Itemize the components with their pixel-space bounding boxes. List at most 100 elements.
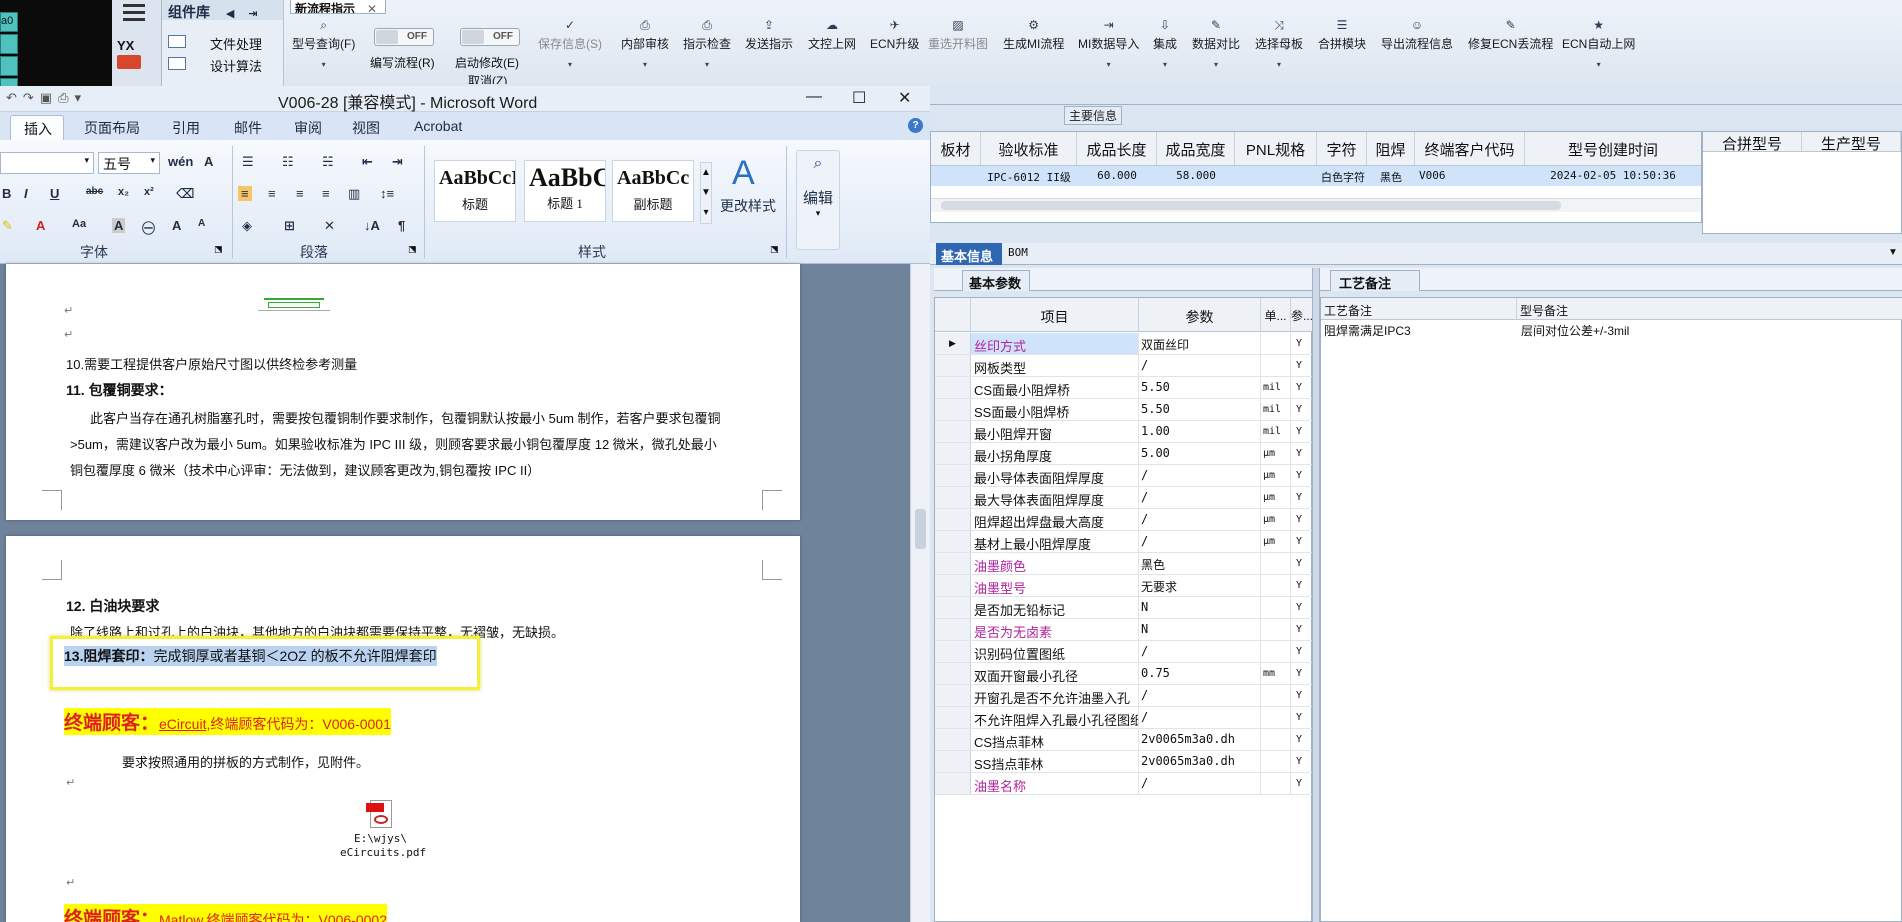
param-row[interactable]: 是否加无铅标记 N Y <box>935 597 1313 619</box>
align-center-icon[interactable]: ≡ <box>268 186 276 201</box>
tab-review[interactable]: 审阅 <box>294 118 322 138</box>
column-header[interactable]: 成品长度 <box>1077 132 1157 165</box>
start-modify-toggle[interactable]: OFF <box>460 28 520 46</box>
instruction-check-button[interactable]: ⎙ 指示检查 ▾ <box>683 18 731 69</box>
column-header-item[interactable]: 项目 <box>971 298 1139 332</box>
param-value[interactable]: 无要求 <box>1139 575 1261 596</box>
help-icon[interactable]: ? <box>908 118 923 133</box>
column-header-req[interactable]: 参... <box>1291 298 1313 332</box>
end-customer-line-2[interactable]: 终端顾客：Matlow,终端顾客代码为：V006-0002 <box>64 904 387 922</box>
model-notes-text[interactable]: 层间对位公差+/-3mil <box>1521 322 1891 339</box>
cancel-label[interactable]: 取消(Z) <box>468 72 507 84</box>
doc-paragraph[interactable]: 此客户当存在通孔树脂塞孔时，需要按包覆铜制作要求制作，包覆铜默认按最小 5um … <box>90 408 721 427</box>
table-row[interactable]: IPC-6012 II级 60.000 58.000 白色字符 黑色 V006 … <box>931 166 1701 186</box>
chevron-down-icon[interactable]: ▼ <box>1888 247 1898 258</box>
end-customer-line-1[interactable]: 终端顾客：eCircuit,终端顾客代码为：V006-0001 <box>64 708 391 735</box>
column-header[interactable]: 生产型号 <box>1802 132 1901 153</box>
internal-review-button[interactable]: ⎙ 内部审核 ▾ <box>621 18 669 69</box>
integrate-button[interactable]: ⇩ 集成 ▾ <box>1153 18 1177 69</box>
param-value[interactable]: 2v0065m3a0.dh <box>1139 729 1261 750</box>
tab-view[interactable]: 视图 <box>352 118 380 138</box>
close-icon[interactable]: ✕ <box>898 88 911 108</box>
distributed-icon[interactable]: ▥ <box>348 186 360 202</box>
column-header[interactable]: 合拼型号 <box>1703 132 1802 153</box>
param-value[interactable]: 0.75 <box>1139 663 1261 684</box>
save-info-button[interactable]: ✓ 保存信息(S) ▾ <box>538 18 602 69</box>
left-cell[interactable] <box>0 34 18 54</box>
change-case-icon[interactable]: Aa <box>72 218 86 230</box>
ecn-auto-online-button[interactable]: ★ ECN自动上网 ▾ <box>1562 18 1635 69</box>
doc-paragraph[interactable]: 要求按照通用的拼板的方式制作，见附件。 <box>122 752 369 771</box>
font-size-box[interactable]: 五号 ▾ <box>98 152 160 174</box>
mi-import-button[interactable]: ⇥ MI数据导入 ▾ <box>1078 18 1139 69</box>
underline-icon[interactable]: U <box>50 186 59 201</box>
param-row[interactable]: 不允许阻焊入孔最小孔径图纸 / Y <box>935 707 1313 729</box>
tab-craft-notes[interactable]: 工艺备注 <box>1330 270 1420 291</box>
style-title[interactable]: AaBbCcI 标题 <box>434 160 516 222</box>
param-value[interactable]: N <box>1139 597 1261 618</box>
repair-ecn-button[interactable]: ✎ 修复ECN丢流程 <box>1468 18 1553 52</box>
doc-paragraph[interactable]: 10.需要工程提供客户原始尺寸图以供终检参考测量 <box>66 354 357 373</box>
param-value[interactable]: / <box>1139 641 1261 662</box>
param-row[interactable]: 油墨名称 / Y <box>935 773 1313 795</box>
char-border-icon[interactable]: A <box>204 154 213 169</box>
param-row[interactable]: 最小导体表面阻焊厚度 / μm Y <box>935 465 1313 487</box>
param-row[interactable]: CS挡点菲林 2v0065m3a0.dh Y <box>935 729 1313 751</box>
subscript-icon[interactable]: x₂ <box>118 186 129 198</box>
model-query-button[interactable]: ⌕ 型号查询(F) ▾ <box>292 18 355 69</box>
font-name-box[interactable]: ▾ <box>0 152 94 174</box>
doc-heading[interactable]: 11. 包覆铜要求： <box>66 380 173 400</box>
tab-references[interactable]: 引用 <box>172 118 200 138</box>
column-header-unit[interactable]: 单... <box>1261 298 1291 332</box>
param-value[interactable]: 5.50 <box>1139 399 1261 420</box>
bold-icon[interactable]: B <box>2 186 11 201</box>
strikethrough-icon[interactable]: abc <box>86 186 103 197</box>
tab-basic-params[interactable]: 基本参数 <box>962 270 1030 291</box>
column-header-param[interactable]: 参数 <box>1139 298 1261 332</box>
phonetic-icon[interactable]: wén <box>168 154 193 169</box>
document-page-2[interactable]: 12. 白油块要求 除了线路上和过孔上的白油块，其他地方的白油块都需要保持平整，… <box>6 536 800 922</box>
param-value[interactable]: 双面丝印 <box>1139 333 1261 354</box>
param-value[interactable]: / <box>1139 355 1261 376</box>
craft-notes-text[interactable]: 阻焊需满足IPC3 <box>1324 322 1514 339</box>
param-value[interactable]: 黑色 <box>1139 553 1261 574</box>
minimize-icon[interactable]: — <box>806 88 822 106</box>
dock-arrow-icon[interactable]: ⇥ <box>248 8 257 20</box>
data-compare-button[interactable]: ✎ 数据对比 ▾ <box>1192 18 1240 69</box>
reselect-cutting-button[interactable]: ▨ 重选开料图 <box>928 18 988 52</box>
scroll-thumb[interactable] <box>915 509 926 549</box>
clear-format-icon[interactable]: ⌫ <box>176 186 194 202</box>
param-value[interactable]: / <box>1139 531 1261 552</box>
column-header[interactable]: 型号创建时间 <box>1525 132 1701 165</box>
align-left-icon[interactable]: ≡ <box>238 186 252 201</box>
dialog-launcher-icon[interactable]: ⬔ <box>408 244 417 255</box>
multilevel-list-icon[interactable]: ☵ <box>322 154 334 170</box>
align-right-icon[interactable]: ≡ <box>296 186 304 201</box>
vertical-scrollbar[interactable] <box>910 264 930 922</box>
highlight-icon[interactable]: ✎ <box>2 218 13 234</box>
ecn-upgrade-button[interactable]: ✈ ECN升级 <box>870 18 919 52</box>
param-value[interactable]: / <box>1139 685 1261 706</box>
column-header[interactable]: PNL规格 <box>1235 132 1317 165</box>
splitter[interactable] <box>1312 268 1320 922</box>
param-value[interactable]: 2v0065m3a0.dh <box>1139 751 1261 772</box>
param-row[interactable]: 网板类型 / Y <box>935 355 1313 377</box>
grow-font-icon[interactable]: A <box>172 218 181 233</box>
tab-acrobat[interactable]: Acrobat <box>414 118 462 134</box>
param-row[interactable]: 油墨颜色 黑色 Y <box>935 553 1313 575</box>
shrink-font-icon[interactable]: A <box>198 218 205 229</box>
param-value[interactable]: / <box>1139 707 1261 728</box>
merge-module-button[interactable]: ☰ 合拼模块 <box>1318 18 1366 52</box>
param-value[interactable]: / <box>1139 773 1261 794</box>
char-shading-icon[interactable]: A <box>112 218 126 233</box>
doc-paragraph[interactable]: >5um，需建议客户改为最小 5um。如果验收标准为 IPC III 级，则顾客… <box>70 434 717 453</box>
quick-access-icons[interactable]: ↶↷▣⎙▾ <box>6 90 87 106</box>
attachment-filename[interactable]: eCircuits.pdf <box>340 846 426 859</box>
numbering-icon[interactable]: ☷ <box>282 154 294 170</box>
doc-online-button[interactable]: ☁ 文控上网 <box>808 18 856 52</box>
style-scroll-icon[interactable]: ▲ ▼ ▾ <box>700 162 712 224</box>
font-color-icon[interactable]: A <box>36 218 45 233</box>
enclose-char-icon[interactable]: ㊀ <box>142 218 155 237</box>
param-value[interactable]: 5.00 <box>1139 443 1261 464</box>
tab-insert[interactable]: 插入 <box>10 115 64 140</box>
